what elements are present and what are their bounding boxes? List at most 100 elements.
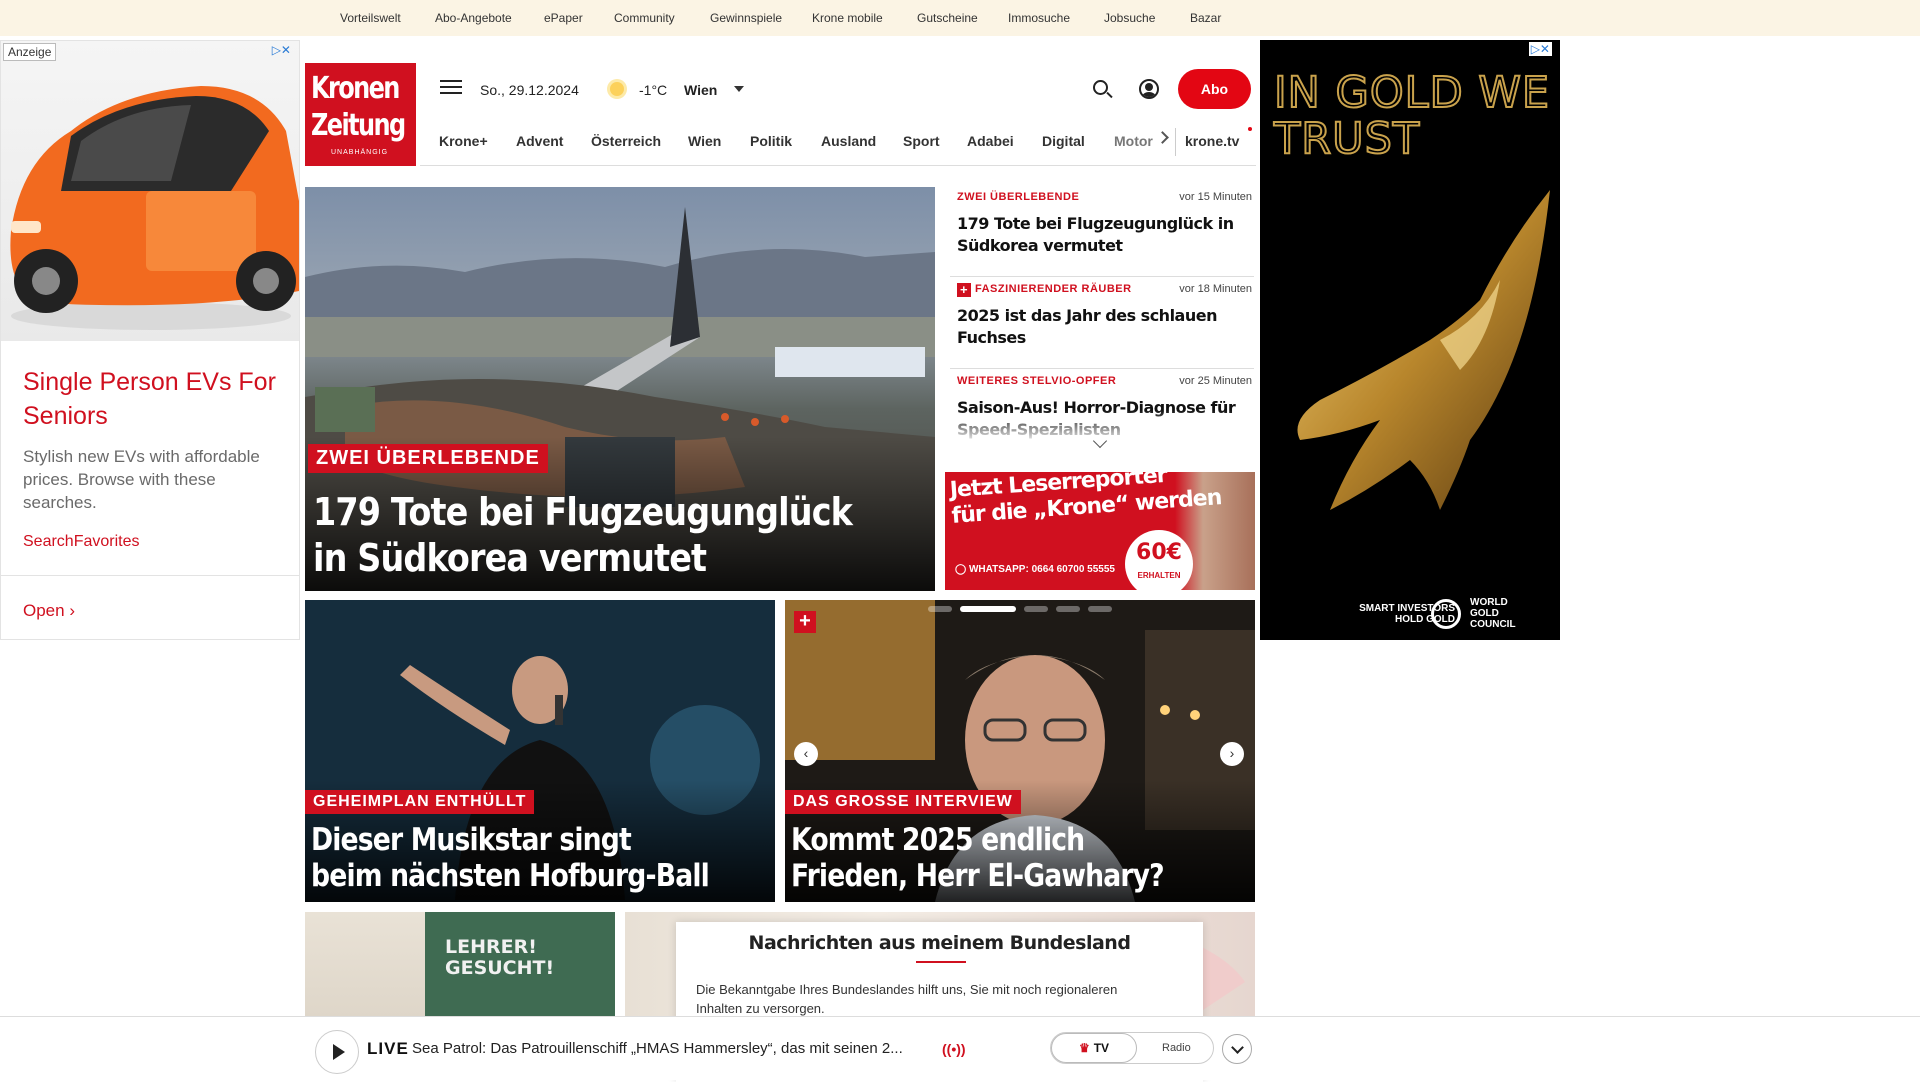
teaser-headline[interactable]: Kommt 2025 endlich Frieden, Herr El-Gawh… [791, 822, 1165, 894]
topnav-gutscheine[interactable]: Gutscheine [917, 11, 978, 25]
news-time: vor 25 Minuten [1179, 375, 1252, 387]
news-kicker: + FASZINIERENDER RÄUBER [957, 283, 1132, 297]
hero-headline[interactable]: 179 Tote bei Flugzeugunglück in Südkorea… [313, 489, 853, 581]
chalkboard-line1: LEHRER! [445, 936, 537, 958]
temperature: -1°C [639, 82, 668, 98]
ad-source[interactable]: SearchFavorites [23, 533, 140, 551]
live-label: LIVE [367, 1039, 409, 1058]
topnav-community[interactable]: Community [614, 11, 675, 25]
krone-plus-icon: + [794, 611, 816, 633]
nav-politik[interactable]: Politik [750, 133, 792, 149]
whatsapp-number: ◯ WHATSAPP: 0664 60700 55555 [955, 564, 1115, 575]
reward-label: ERHALTEN [1137, 571, 1181, 580]
nav-adabei[interactable]: Adabei [967, 133, 1014, 149]
carousel-dot-active[interactable] [960, 606, 1016, 612]
golden-eagle-image [1297, 190, 1550, 510]
topnav-krone-mobile[interactable]: Krone mobile [812, 11, 883, 25]
news-time: vor 18 Minuten [1179, 283, 1252, 295]
radio-tab[interactable]: Radio [1162, 1042, 1191, 1054]
news-headline[interactable]: 179 Tote bei Flugzeugunglück in Südkorea… [957, 213, 1247, 257]
krone-plus-icon: + [957, 283, 971, 297]
play-icon[interactable] [315, 1030, 359, 1074]
carousel-dot[interactable] [1056, 606, 1080, 612]
nav-oesterreich[interactable]: Österreich [591, 133, 661, 149]
topnav-abo-angebote[interactable]: Abo-Angebote [435, 11, 512, 25]
hero-headline-line2: in Südkorea vermutet [313, 536, 707, 580]
adchoices-icon[interactable]: ▷✕ [272, 43, 291, 57]
topnav-vorteilswelt[interactable]: Vorteilswelt [340, 11, 401, 25]
whatsapp-text: WHATSAPP: 0664 60700 55555 [968, 564, 1115, 575]
popup-title: Nachrichten aus meinem Bundesland [748, 932, 1131, 954]
teaser-headline-line1: Dieser Musikstar singt [311, 822, 632, 858]
ad-car-image[interactable] [1, 41, 299, 341]
nav-ausland[interactable]: Ausland [821, 133, 876, 149]
news-kicker: WEITERES STELVIO-OPFER [957, 375, 1117, 387]
teaser-headline-line1: Kommt 2025 endlich [791, 822, 1085, 858]
carousel-dot[interactable] [928, 606, 952, 612]
user-account-icon[interactable] [1139, 79, 1159, 99]
ad-title[interactable]: Single Person EVs For Seniors [23, 365, 283, 433]
whatsapp-icon: ◯ [955, 564, 969, 575]
hamburger-menu-icon[interactable] [440, 80, 462, 98]
list-item[interactable]: + FASZINIERENDER RÄUBER vor 18 Minuten 20… [950, 279, 1254, 369]
nav-digital[interactable]: Digital [1042, 133, 1085, 149]
teaser-kicker: DAS GROSSE INTERVIEW [785, 790, 1021, 814]
topnav-jobsuche[interactable]: Jobsuche [1104, 11, 1155, 25]
news-headline[interactable]: 2025 ist das Jahr des schlauen Fuchses [957, 305, 1247, 349]
crown-icon: ♛ [1078, 1041, 1090, 1055]
expand-chevron-icon[interactable] [1222, 1034, 1252, 1064]
kronen-zeitung-logo[interactable]: Kronen Zeitung UNABHÄNGIG [305, 63, 416, 166]
search-icon[interactable] [1093, 80, 1108, 95]
nav-motor[interactable]: Motor [1114, 133, 1153, 149]
carousel-teaser[interactable]: DAS GROSSE INTERVIEW Kommt 2025 endlich … [785, 600, 1255, 902]
abo-button[interactable]: Abo [1178, 69, 1251, 109]
teaser-headline-line2: beim nächsten Hofburg-Ball [311, 858, 710, 894]
latest-news-list: ZWEI ÜBERLEBENDE vor 15 Minuten 179 Tote… [950, 187, 1254, 442]
teaser-headline[interactable]: Dieser Musikstar singt beim nächsten Hof… [311, 822, 710, 894]
live-program-title[interactable]: Sea Patrol: Das Patrouillenschiff „HMAS … [412, 1040, 903, 1057]
teaser-card[interactable]: GEHEIMPLAN ENTHÜLLT Dieser Musikstar sin… [305, 600, 775, 902]
topnav-gewinnspiele[interactable]: Gewinnspiele [710, 11, 782, 25]
teaser-headline-line2: Frieden, Herr El-Gawhary? [791, 858, 1165, 894]
logo-tagline: UNABHÄNGIG [331, 149, 389, 156]
nav-sport[interactable]: Sport [903, 133, 940, 149]
popup-text: Die Bekanntgabe Ihres Bundeslandes hilft… [696, 982, 1118, 1016]
ad-open-button[interactable]: Open › [23, 601, 75, 621]
nav-advent[interactable]: Advent [516, 133, 563, 149]
ad-open-label: Open [23, 601, 65, 620]
news-time: vor 15 Minuten [1179, 191, 1252, 203]
tv-label: TV [1093, 1041, 1110, 1055]
ad-description: Stylish new EVs with affordable prices. … [23, 447, 260, 512]
header-date: So., 29.12.2024 [480, 82, 579, 98]
hero-headline-line1: 179 Tote bei Flugzeugunglück [313, 490, 853, 534]
adchoices-icon[interactable]: ▷✕ [1528, 42, 1552, 56]
nav-wien[interactable]: Wien [688, 133, 721, 149]
topnav-bazar[interactable]: Bazar [1190, 11, 1221, 25]
hero-article[interactable]: ZWEI ÜBERLEBENDE 179 Tote bei Flugzeugun… [305, 187, 935, 591]
car-illustration [10, 86, 299, 330]
tv-tab[interactable]: ♛ TV [1051, 1033, 1137, 1063]
nav-krone-plus[interactable]: Krone+ [439, 133, 488, 149]
sun-weather-icon [610, 82, 624, 96]
right-advertisement[interactable]: ▷✕ IN GOLD WE TRUST SMART INVESTORS HOLD… [1260, 40, 1560, 640]
topnav-immosuche[interactable]: Immosuche [1008, 11, 1070, 25]
carousel-next-icon[interactable]: › [1220, 742, 1244, 766]
leserreporter-banner[interactable]: Jetzt Leserreporter für die „Krone“ werd… [945, 472, 1255, 590]
city-select[interactable]: Wien [684, 82, 717, 98]
reward-amount: 60€ [1136, 540, 1182, 565]
carousel-dot[interactable] [1088, 606, 1112, 612]
left-advertisement[interactable]: Anzeige ▷✕ Single Person EVs For Seniors… [0, 40, 300, 640]
reward-badge: 60€ ERHALTEN [1125, 530, 1193, 590]
chalkboard-line2: GESUCHT! [445, 957, 555, 979]
topnav-epaper[interactable]: ePaper [544, 11, 583, 25]
carousel-dot[interactable] [1024, 606, 1048, 612]
popup-title-underline [916, 961, 966, 963]
caret-down-icon[interactable] [734, 86, 744, 92]
nav-krone-tv[interactable]: krone.tv [1185, 133, 1239, 149]
carousel-prev-icon[interactable]: ‹ [794, 742, 818, 766]
wgc-logo-icon [1431, 599, 1461, 629]
nav-divider [1175, 128, 1176, 156]
news-kicker: ZWEI ÜBERLEBENDE [957, 191, 1080, 203]
hero-kicker: ZWEI ÜBERLEBENDE [308, 444, 548, 473]
list-item[interactable]: ZWEI ÜBERLEBENDE vor 15 Minuten 179 Tote… [950, 187, 1254, 277]
